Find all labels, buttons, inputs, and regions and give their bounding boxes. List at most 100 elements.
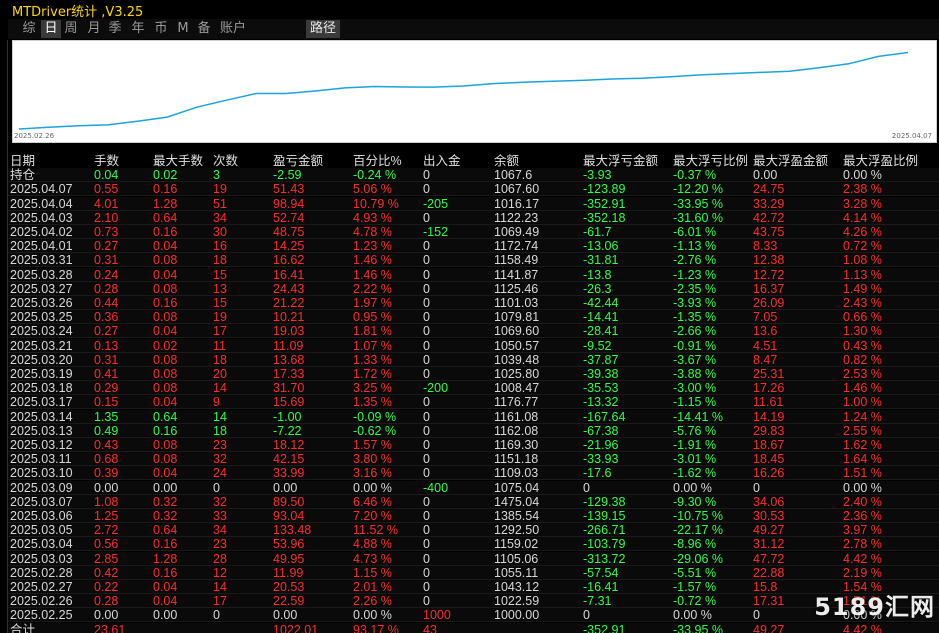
cell-balance: 1067.6 (494, 168, 533, 183)
table-row: 2025.03.07 1.08 0.32 32 89.50 6.46 % 0 1475.04 -… (8, 494, 939, 509)
cell-pct: 1.72 % (353, 367, 392, 381)
tab-8[interactable]: 备 (193, 20, 215, 38)
cell-balance: 1000.00 (494, 608, 540, 623)
cell-max-float-profit: 18.45 (753, 452, 785, 467)
table-row: 2025.04.03 2.10 0.64 34 52.74 4.93 % 0 1122.23 -… (8, 210, 939, 225)
tab-2[interactable]: 周 (61, 20, 81, 38)
table-row: 2025.03.04 0.56 0.16 23 53.96 4.88 % 0 1159.02 -… (8, 537, 939, 552)
cell-max-lots: 0.08 (153, 367, 178, 381)
cell-max-float-loss-pct: -14.41 % (673, 409, 724, 424)
cell-max-float-profit-pct: 2.78 % (843, 537, 882, 552)
cell-max-float-loss: -13.32 (583, 395, 619, 410)
tab-1[interactable]: 日 (41, 20, 61, 38)
cell-lots: 0.24 (94, 267, 119, 282)
cell-max-float-profit: 30.53 (753, 509, 785, 523)
cell-max-float-profit: 25.31 (753, 367, 785, 381)
table-row: 2025.04.04 4.01 1.28 51 98.94 10.79 % -205 1016… (8, 196, 939, 211)
cell-date: 2025.03.17 (10, 395, 73, 410)
cell-max-float-profit-pct: 0.00 % (843, 168, 882, 183)
cell-date: 2025.03.12 (10, 438, 73, 452)
cell-max-float-profit: 0 (753, 480, 760, 495)
cell-date: 2025.02.25 (10, 608, 73, 623)
cell-max-float-profit: 13.6 (753, 324, 778, 339)
cell-max-float-profit: 12.72 (753, 267, 785, 282)
cell-lots: 0.28 (94, 281, 119, 296)
cell-pnl: 42.15 (273, 452, 305, 467)
cell-pct: 1.23 % (353, 239, 392, 254)
cell-max-float-profit-pct: 0.00 % (843, 480, 882, 495)
cell-lots: 0.04 (94, 168, 119, 183)
tab-5[interactable]: 年 (127, 20, 149, 38)
cell-max-float-loss: -123.89 (583, 182, 626, 197)
cell-max-float-profit-pct: 1.64 % (843, 452, 882, 467)
tab-7[interactable]: M (173, 20, 193, 38)
cell-max-lots: 0.08 (153, 352, 178, 367)
cell-balance: 1385.54 (494, 509, 540, 523)
cell-max-lots: 0.08 (153, 452, 178, 467)
cell-max-float-loss: 0 (583, 480, 590, 495)
cell-pct: 6.46 % (353, 494, 392, 509)
table-row: 2025.03.28 0.24 0.04 15 16.41 1.46 % 0 1141.87 -… (8, 267, 939, 282)
cell-pct: 7.20 % (353, 509, 392, 523)
cell-max-float-loss-pct: -3.01 % (673, 452, 717, 467)
cell-date: 2025.03.21 (10, 338, 73, 353)
cell-lots: 0.27 (94, 239, 119, 254)
tab-9[interactable]: 账户 (216, 20, 250, 38)
cell-date: 2025.03.24 (10, 324, 73, 339)
cell-max-lots: 0.04 (153, 395, 178, 410)
cell-pct: 1.07 % (353, 338, 392, 353)
table-row: 2025.03.21 0.13 0.02 11 11.09 1.07 % 0 1050.57 -… (8, 338, 939, 353)
cell-pct: 0.00 % (353, 480, 392, 495)
chart-end-date-label: 2025.04.07 (891, 132, 932, 140)
cell-count: 32 (213, 494, 227, 509)
cell-balance: 1079.81 (494, 310, 540, 325)
cell-pnl: 0.00 (273, 480, 298, 495)
tab-4[interactable]: 季 (104, 20, 126, 38)
cell-max-float-loss: -9.52 (583, 338, 612, 353)
cell-max-lots: 1.28 (153, 551, 178, 566)
tab-3[interactable]: 月 (84, 20, 104, 38)
table-row: 2025.04.02 0.73 0.16 30 48.75 4.78 % -152 1069.… (8, 225, 939, 239)
cell-max-float-profit-pct: 0.66 % (843, 310, 882, 325)
cell-max-float-loss-pct: -29.06 % (673, 551, 724, 566)
cell-io: 0 (423, 239, 430, 254)
cell-date: 2025.04.04 (10, 196, 73, 211)
cell-pct: 1.15 % (353, 565, 392, 580)
cell-count: 32 (213, 452, 227, 467)
cell-max-float-profit: 14.19 (753, 409, 785, 424)
tab-path[interactable]: 路径 (306, 20, 340, 38)
cell-pnl: 11.09 (273, 338, 304, 353)
cell-max-lots: 0.16 (153, 423, 178, 438)
cell-io: 0 (423, 253, 430, 268)
cell-max-float-loss: -67.38 (583, 423, 619, 438)
cell-max-float-profit: 43.75 (753, 225, 785, 239)
cell-count: 34 (213, 523, 227, 538)
cell-pnl: 52.74 (273, 210, 305, 225)
tab-0[interactable]: 综 (18, 20, 40, 38)
cell-pnl: 49.95 (273, 551, 305, 566)
cell-max-float-profit: 16.26 (753, 466, 785, 481)
column-header: 最大浮盈比例 (843, 154, 919, 168)
cell-date: 2025.04.07 (10, 182, 73, 197)
cell-pct: 2.22 % (353, 281, 392, 296)
cell-max-float-profit: 4.51 (753, 338, 778, 353)
cell-io: 0 (423, 537, 430, 552)
cell-max-float-loss-pct: -2.35 % (673, 281, 717, 296)
tab-6[interactable]: 币 (150, 20, 172, 38)
cell-max-lots: 0.08 (153, 381, 178, 396)
cell-lots: 0.39 (94, 466, 119, 481)
cell-pct: 1.97 % (353, 296, 392, 310)
cell-count: 24 (213, 466, 227, 481)
cell-pct: 1.46 % (353, 267, 392, 282)
cell-io: 0 (423, 580, 430, 594)
column-header: 次数 (213, 154, 239, 168)
cell-pnl: 133.48 (273, 523, 312, 538)
table-row: 2025.03.11 0.68 0.08 32 42.15 3.80 % 0 1151.18 -… (8, 452, 939, 467)
cell-io: 0 (423, 210, 430, 225)
cell-pnl: 0.00 (273, 608, 298, 623)
cell-count: 12 (213, 565, 227, 580)
cell-balance: 1122.23 (494, 210, 539, 225)
cell-max-float-loss: -31.81 (583, 253, 619, 268)
equity-line (18, 51, 909, 130)
cell-max-float-profit-pct: 4.14 % (843, 210, 882, 225)
